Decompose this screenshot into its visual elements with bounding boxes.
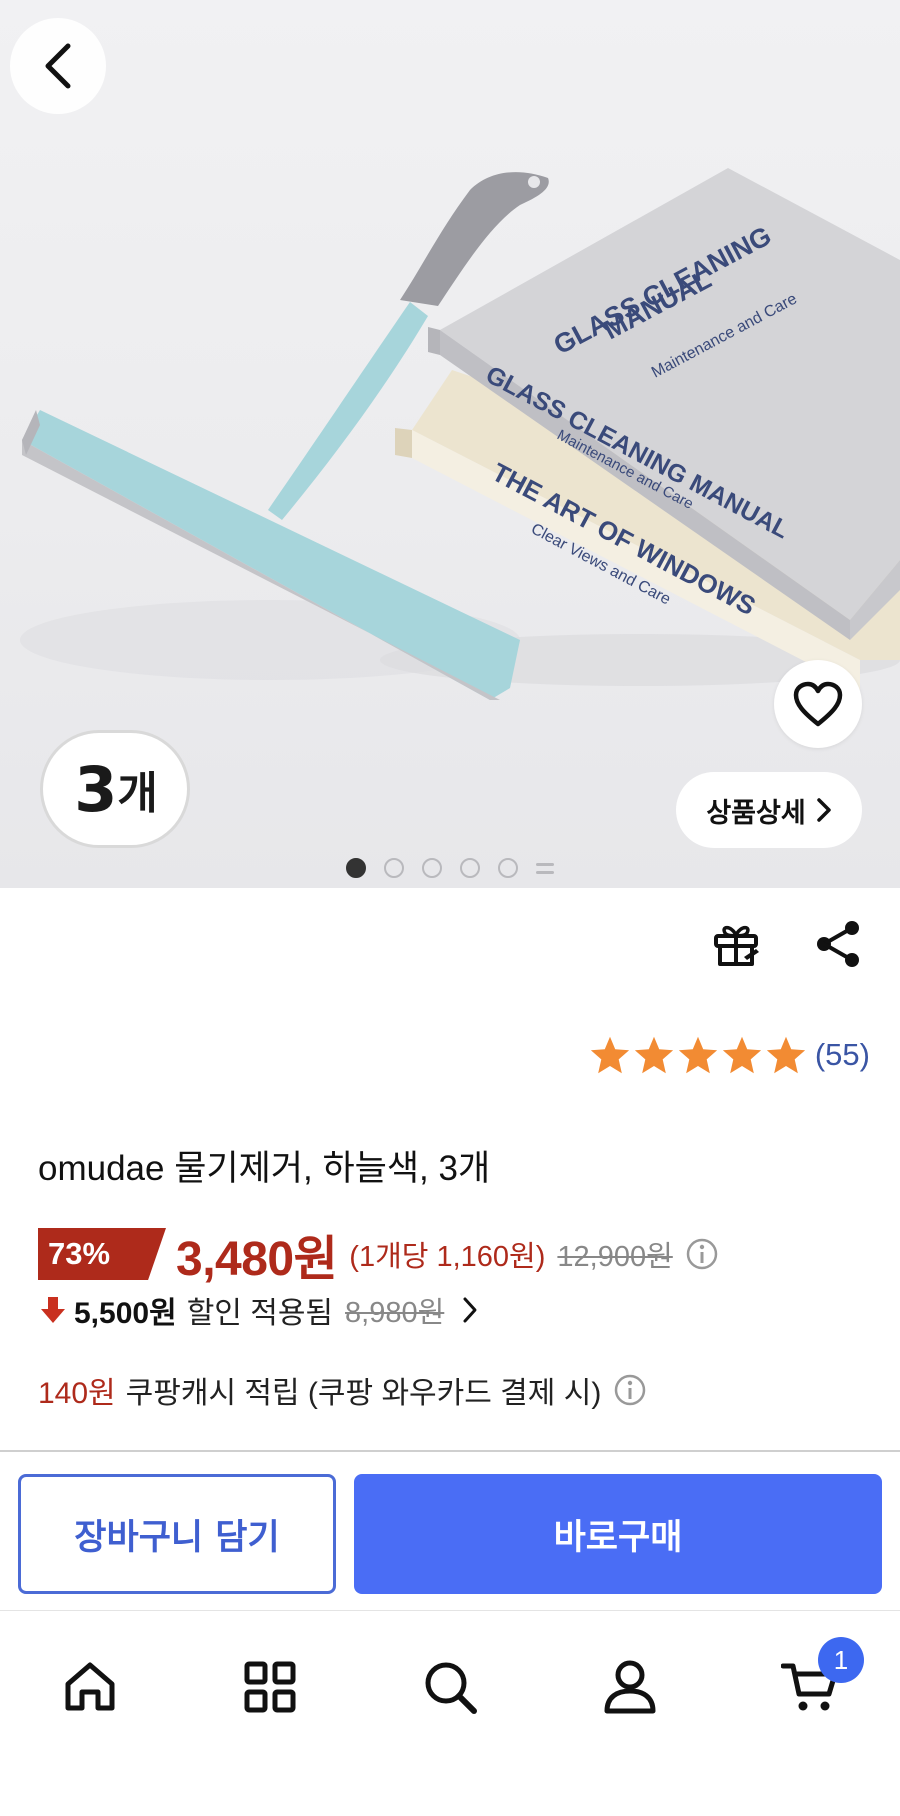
cashback-text: 쿠팡캐시 적립 (쿠팡 와우카드 결제 시) [125, 1377, 602, 1410]
review-count[interactable]: (55) [815, 1037, 870, 1073]
coupon-applied-text: 할인 적용됨 [186, 1297, 334, 1330]
info-icon [615, 1374, 646, 1406]
product-detail-label: 상품상세 [706, 797, 806, 829]
sale-price: 3,480원 [176, 1233, 338, 1286]
share-button[interactable] [812, 918, 864, 970]
cashback-info-button[interactable] [613, 1373, 647, 1407]
back-button[interactable] [10, 18, 106, 114]
wishlist-button[interactable] [774, 660, 862, 748]
star-icon [590, 1036, 629, 1074]
star-icon [766, 1036, 805, 1074]
info-icon [686, 1238, 718, 1270]
cart-count-badge: 1 [818, 1637, 864, 1683]
tab-category[interactable] [234, 1651, 306, 1723]
star-icon [722, 1036, 761, 1074]
cashback-amount: 140원 [38, 1377, 116, 1410]
product-detail-button[interactable]: 상품상세 [676, 772, 862, 848]
home-icon [65, 1662, 115, 1711]
chevron-right-icon [816, 798, 831, 822]
pagination-dot[interactable] [346, 858, 366, 878]
quantity-badge: 3개 [40, 730, 190, 848]
coupon-original-price: 8,980원 [345, 1297, 445, 1329]
share-icon [817, 921, 859, 967]
gift-button[interactable] [710, 918, 762, 970]
tab-profile[interactable] [594, 1651, 666, 1723]
pagination-more-icon[interactable] [536, 859, 554, 877]
tab-cart[interactable]: 1 [774, 1637, 864, 1723]
product-rating[interactable]: (55) [589, 1035, 870, 1075]
quantity-unit: 개 [117, 768, 158, 819]
coupon-discount-row[interactable]: 5,500원 할인 적용됨 8,980원 [40, 1288, 478, 1332]
star-icon [634, 1036, 673, 1074]
unit-price: (1개당 1,160원) [349, 1241, 546, 1273]
purchase-bar: 장바구니 담기 바로구매 [0, 1450, 900, 1610]
original-price: 12,900원 [557, 1241, 673, 1273]
price-row: 73% 3,480원 (1개당 1,160원) 12,900원 [38, 1225, 719, 1286]
pagination-dot[interactable] [498, 858, 518, 878]
price-info-button[interactable] [685, 1237, 719, 1271]
add-to-cart-button[interactable]: 장바구니 담기 [18, 1474, 336, 1594]
pagination-dot[interactable] [384, 858, 404, 878]
pagination-dot[interactable] [422, 858, 442, 878]
pagination-dot[interactable] [460, 858, 480, 878]
profile-icon [604, 1660, 656, 1714]
chevron-left-icon [45, 43, 71, 89]
star-icon [678, 1036, 717, 1074]
product-image-gallery[interactable]: GLASS CLEANING MANUAL Maintenance and Ca… [0, 0, 900, 888]
tab-search[interactable] [414, 1651, 486, 1723]
buy-now-button[interactable]: 바로구매 [354, 1474, 882, 1594]
coupon-amount: 5,500원 [74, 1297, 177, 1330]
category-icon [244, 1661, 296, 1713]
tab-home[interactable] [54, 1651, 126, 1723]
product-actions [710, 918, 864, 970]
gift-icon [714, 925, 759, 966]
discount-badge: 73% [38, 1228, 166, 1280]
cashback-row: 140원 쿠팡캐시 적립 (쿠팡 와우카드 결제 시) [38, 1368, 647, 1412]
bottom-tab-bar: 1 [0, 1610, 900, 1816]
quantity-number: 3 [74, 752, 117, 826]
product-title: omudae 물기제거, 하늘색, 3개 [38, 1149, 491, 1188]
image-pagination[interactable] [0, 858, 900, 878]
chevron-right-icon[interactable] [462, 1296, 478, 1324]
arrow-down-icon [41, 1297, 65, 1323]
rating-stars [589, 1035, 807, 1075]
search-icon [425, 1662, 477, 1714]
heart-icon [793, 681, 843, 727]
